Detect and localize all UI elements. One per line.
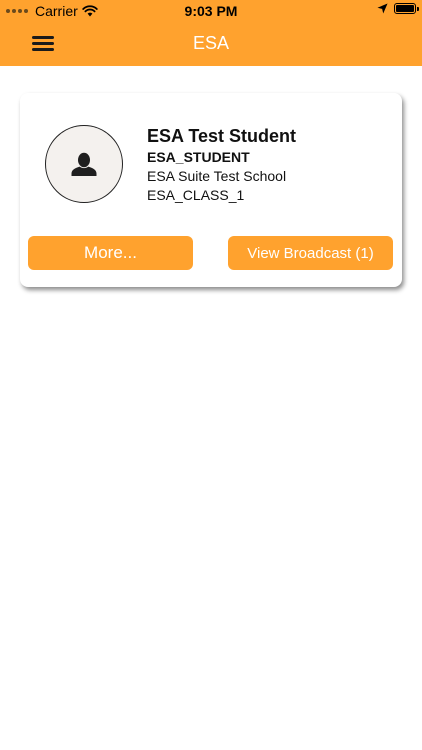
status-bar: Carrier 9:03 PM bbox=[0, 0, 422, 22]
student-card[interactable]: ESA Test Student ESA_STUDENT ESA Suite T… bbox=[20, 93, 402, 287]
battery-icon bbox=[394, 3, 419, 14]
navigation-bar: ESA bbox=[0, 22, 422, 66]
class-name: ESA_CLASS_1 bbox=[147, 187, 245, 203]
status-bar-right bbox=[377, 3, 419, 14]
location-icon bbox=[377, 3, 388, 14]
user-silhouette-icon bbox=[71, 152, 97, 176]
view-broadcast-button[interactable]: View Broadcast (1) bbox=[228, 236, 393, 270]
school-name: ESA Suite Test School bbox=[147, 168, 287, 184]
page-title: ESA bbox=[192, 33, 230, 53]
clock: 9:03 PM bbox=[184, 3, 238, 19]
student-name: ESA Test Student bbox=[147, 126, 297, 146]
top-bar: Carrier 9:03 PM ESA bbox=[0, 0, 422, 66]
student-info: ESA Test Student ESA_STUDENT ESA Suite T… bbox=[147, 125, 387, 205]
more-button[interactable]: More... bbox=[28, 236, 193, 270]
student-id: ESA_STUDENT bbox=[147, 149, 250, 165]
avatar bbox=[45, 125, 123, 203]
